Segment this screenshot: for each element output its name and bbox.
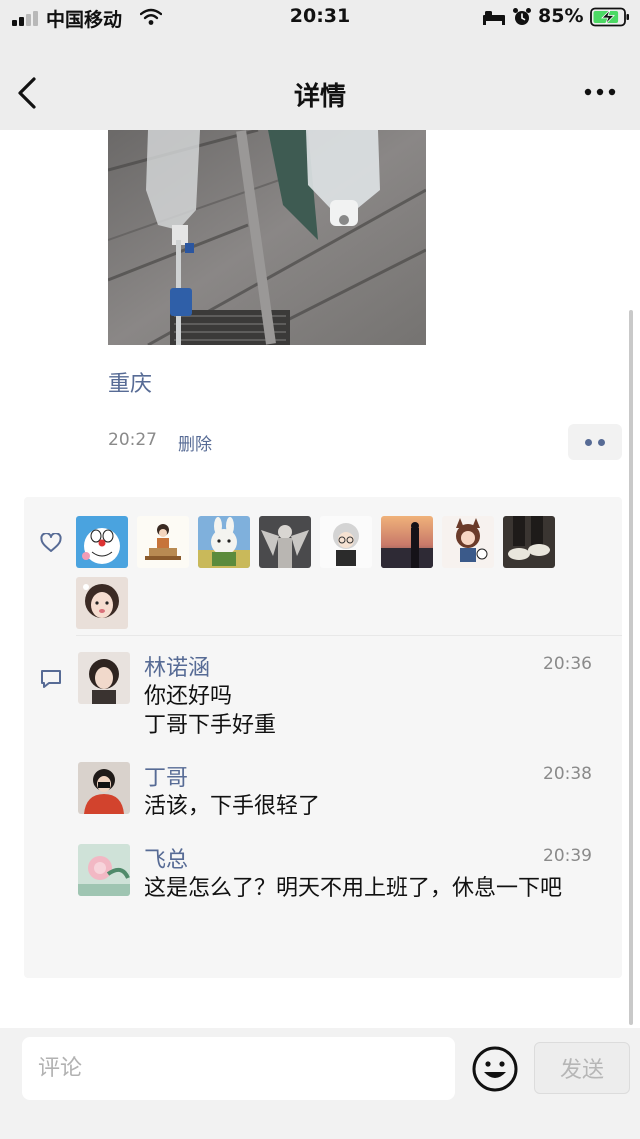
- cat-girl-avatar[interactable]: [442, 516, 494, 568]
- post-time: 20:27: [108, 430, 157, 450]
- commenter-avatar[interactable]: [78, 762, 130, 814]
- emoji-icon[interactable]: [471, 1045, 519, 1093]
- more-dots-icon: [585, 439, 592, 446]
- send-button[interactable]: 发送: [534, 1042, 630, 1094]
- commenter-name[interactable]: 林诺涵: [144, 650, 210, 682]
- comment-text: 你还好吗 丁哥下手好重: [144, 684, 277, 738]
- more-icon[interactable]: [580, 82, 620, 102]
- comment-input[interactable]: [22, 1037, 455, 1100]
- battery-percent: 85%: [538, 5, 584, 27]
- comment-input-bar: 发送: [0, 1028, 640, 1139]
- page-title: 详情: [293, 82, 346, 112]
- post-menu-button[interactable]: [568, 424, 622, 460]
- heart-icon: [40, 533, 62, 552]
- interactions-panel: 林诺涵 20:36 你还好吗 丁哥下手好重 丁哥 20:38 活该，下手很轻了 …: [24, 497, 622, 978]
- more-dots-icon: [598, 439, 605, 446]
- doraemon-avatar[interactable]: [76, 516, 128, 568]
- bunny-avatar[interactable]: [198, 516, 250, 568]
- iv-drip-image: [108, 130, 426, 345]
- status-bar: 中国移动 20:31 85%: [0, 0, 640, 36]
- angel-statue-avatar[interactable]: [259, 516, 311, 568]
- top-bar: 中国移动 20:31 85% 详情: [0, 0, 640, 130]
- post-location[interactable]: 重庆: [108, 366, 152, 398]
- likes-divider: [76, 635, 622, 636]
- battery-charging-icon: [590, 7, 629, 27]
- scrollbar[interactable]: [629, 310, 633, 1025]
- commenter-name[interactable]: 丁哥: [144, 760, 188, 792]
- alarm-icon: [513, 8, 531, 25]
- delete-button[interactable]: 删除: [178, 430, 212, 455]
- bed-icon: [483, 11, 505, 25]
- navigation-bar: 详情: [0, 56, 640, 130]
- reading-girl-avatar[interactable]: [137, 516, 189, 568]
- girl-portrait-avatar[interactable]: [76, 577, 128, 629]
- comment-text: 活该，下手很轻了: [144, 794, 321, 819]
- white-hair-avatar[interactable]: [320, 516, 372, 568]
- comment-time: 20:39: [543, 846, 592, 866]
- comment-time: 20:38: [543, 764, 592, 784]
- commenter-avatar[interactable]: [78, 652, 130, 704]
- sunset-avatar[interactable]: [381, 516, 433, 568]
- post-photo[interactable]: [108, 130, 426, 345]
- sneakers-avatar[interactable]: [503, 516, 555, 568]
- commenter-name[interactable]: 飞总: [144, 842, 188, 874]
- commenter-avatar[interactable]: [78, 844, 130, 896]
- comment-text: 这是怎么了？明天不用上班了，休息一下吧: [144, 876, 563, 901]
- comment-time: 20:36: [543, 654, 592, 674]
- comment-icon: [41, 670, 61, 688]
